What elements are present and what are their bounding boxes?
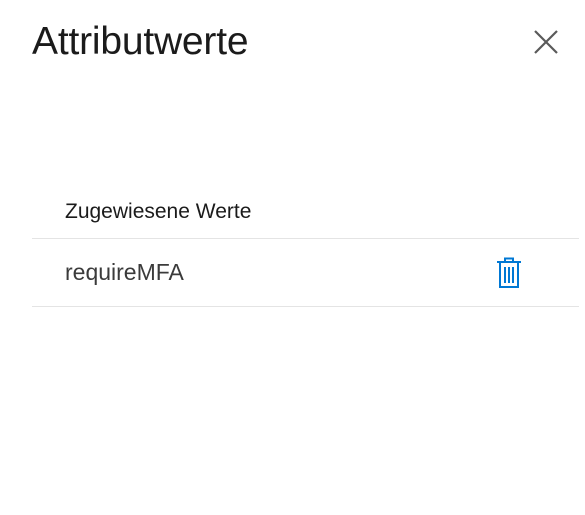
trash-icon bbox=[495, 256, 523, 290]
delete-value-button[interactable] bbox=[491, 254, 527, 292]
table-row: requireMFA bbox=[32, 239, 579, 307]
attribute-values-panel: Attributwerte Zugewiesene Werte requireM… bbox=[0, 0, 585, 515]
attribute-value: requireMFA bbox=[65, 259, 184, 285]
table-header: Zugewiesene Werte bbox=[32, 185, 579, 239]
close-icon bbox=[532, 28, 560, 56]
column-header-assigned-values: Zugewiesene Werte bbox=[65, 199, 252, 223]
close-button[interactable] bbox=[528, 24, 564, 60]
page-title: Attributwerte bbox=[32, 20, 249, 63]
assigned-values-table: Zugewiesene Werte requireMFA bbox=[32, 185, 579, 307]
